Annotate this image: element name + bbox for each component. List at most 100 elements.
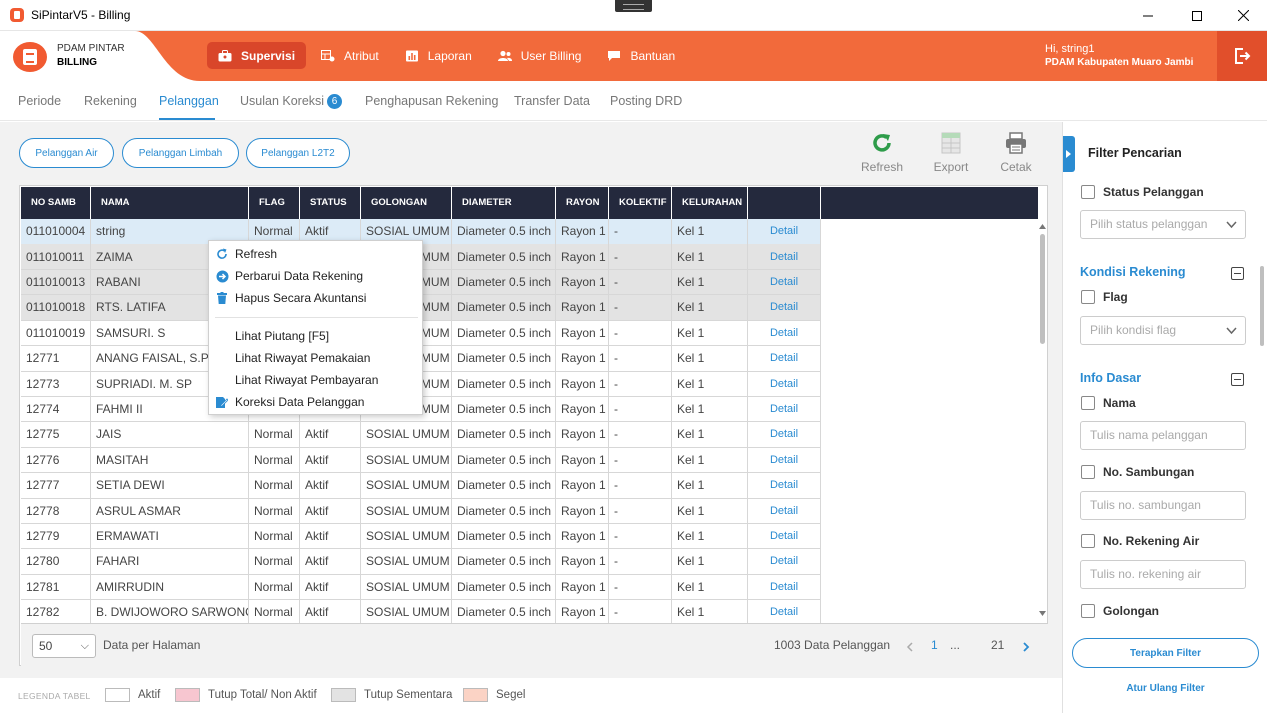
table-row[interactable]: 12778 ASRUL ASMAR Normal Aktif SOSIAL UMUM Di…	[21, 498, 1038, 524]
checkbox-box[interactable]	[1081, 465, 1095, 479]
column-header[interactable]: KELURAHAN	[672, 187, 748, 219]
checkbox-box[interactable]	[1081, 604, 1095, 618]
export-button[interactable]: Export	[926, 132, 976, 174]
column-header[interactable]: DIAMETER	[452, 187, 556, 219]
menu-item-lihat-riwayat-pembayaran[interactable]: Lihat Riwayat Pembayaran	[209, 369, 422, 391]
detail-link[interactable]: Detail	[748, 447, 821, 474]
checkbox-box[interactable]	[1081, 534, 1095, 548]
menu-item-koreksi-data-pelanggan[interactable]: Koreksi Data Pelanggan	[209, 391, 422, 413]
no-sambungan-input[interactable]: Tulis no. sambungan	[1080, 491, 1246, 520]
column-header[interactable]: GOLONGAN	[361, 187, 452, 219]
page-last[interactable]: 21	[991, 638, 1004, 652]
collapse-section-icon[interactable]	[1231, 373, 1244, 386]
prev-page-icon[interactable]	[906, 642, 914, 652]
detail-link[interactable]: Detail	[748, 269, 821, 296]
scrollbar-thumb[interactable]	[1040, 234, 1045, 344]
detail-link[interactable]: Detail	[748, 295, 821, 321]
menu-item-perbarui-data-rekening[interactable]: Perbarui Data Rekening	[209, 265, 422, 287]
tab-posting-drd[interactable]: Posting DRD	[610, 94, 682, 108]
nav-bantuan[interactable]: Bantuan	[596, 42, 686, 69]
filter-pelanggan-limbah-button[interactable]: Pelanggan Limbah	[122, 138, 239, 168]
print-button[interactable]: Cetak	[991, 132, 1041, 174]
tab-rekening[interactable]: Rekening	[84, 94, 137, 108]
nav-laporan[interactable]: Laporan	[394, 42, 483, 69]
per-page-select[interactable]: 50 ⌵	[32, 634, 96, 658]
scroll-down-icon[interactable]	[1038, 610, 1047, 618]
table-scrollbar[interactable]	[1038, 220, 1047, 620]
table-row[interactable]: 12776 MASITAH Normal Aktif SOSIAL UMUM Diamet…	[21, 447, 1038, 474]
detail-link[interactable]: Detail	[748, 371, 821, 397]
next-page-icon[interactable]	[1022, 642, 1030, 652]
flag-select[interactable]: Pilih kondisi flag	[1080, 316, 1246, 345]
filter-pelanggan-l2t2-button[interactable]: Pelanggan L2T2	[246, 138, 350, 168]
column-header[interactable]: NAMA	[91, 187, 249, 219]
detail-link[interactable]: Detail	[748, 523, 821, 550]
golongan-checkbox[interactable]: Golongan	[1081, 604, 1159, 618]
table-row[interactable]: 011010019SAMSURI. SNormalAktifSOSIAL UMU…	[21, 320, 1038, 347]
column-header[interactable]: STATUS	[300, 187, 361, 219]
close-button[interactable]	[1220, 0, 1266, 31]
tab-penghapusan-rekening[interactable]: Penghapusan Rekening	[365, 94, 498, 108]
detail-link[interactable]: Detail	[748, 473, 821, 499]
no-rekening-air-checkbox[interactable]: No. Rekening Air	[1081, 534, 1199, 548]
table-row[interactable]: 011010018RTS. LATIFANormalAktifSOSIAL UM…	[21, 295, 1038, 321]
table-row[interactable]: 12771ANANG FAISAL, S.PDNormalAktifSOSIAL…	[21, 346, 1038, 372]
tab-pelanggan[interactable]: Pelanggan	[159, 94, 219, 108]
scrollbar-thumb[interactable]	[1260, 266, 1264, 346]
nama-input[interactable]: Tulis nama pelanggan	[1080, 421, 1246, 450]
column-header[interactable]: NO SAMB	[21, 187, 91, 219]
page-current[interactable]: 1	[931, 638, 938, 652]
no-rekening-air-input[interactable]: Tulis no. rekening air	[1080, 560, 1246, 589]
apply-filter-button[interactable]: Terapkan Filter	[1072, 638, 1259, 668]
checkbox-box[interactable]	[1081, 290, 1095, 304]
nama-checkbox[interactable]: Nama	[1081, 396, 1136, 410]
refresh-button[interactable]: Refresh	[857, 132, 907, 174]
logout-button[interactable]	[1217, 31, 1267, 81]
detail-link[interactable]: Detail	[748, 549, 821, 575]
scroll-up-icon[interactable]	[1038, 222, 1047, 230]
status-pelanggan-select[interactable]: Pilih status pelanggan	[1080, 210, 1246, 239]
filter-pelanggan-air-button[interactable]: Pelanggan Air	[19, 138, 114, 168]
detail-link[interactable]: Detail	[748, 600, 821, 626]
maximize-button[interactable]	[1174, 0, 1220, 31]
table-row[interactable]: 011010004 string Normal Aktif SOSIAL UMUM Dia…	[21, 219, 1038, 245]
status-pelanggan-checkbox[interactable]: Status Pelanggan	[1081, 185, 1204, 199]
menu-item-hapus-secara-akuntansi[interactable]: Hapus Secara Akuntansi	[209, 287, 422, 309]
table-row[interactable]: 12777 SETIA DEWI Normal Aktif SOSIAL UMUM Dia…	[21, 473, 1038, 499]
column-header[interactable]: FLAG	[249, 187, 300, 219]
tab-usulan-koreksi[interactable]: Usulan Koreksi 6	[240, 94, 343, 109]
column-header[interactable]: KOLEKTIF	[609, 187, 672, 219]
detail-link[interactable]: Detail	[748, 396, 821, 423]
table-row[interactable]: 12779 ERMAWATI Normal Aktif SOSIAL UMUM Diame…	[21, 523, 1038, 550]
tab-periode[interactable]: Periode	[18, 94, 61, 108]
table-row[interactable]: 12782 B. DWIJOWORO SARWONO Normal Aktif SOSI…	[21, 600, 1038, 626]
collapse-section-icon[interactable]	[1231, 267, 1244, 280]
checkbox-box[interactable]	[1081, 396, 1095, 410]
collapse-panel-icon[interactable]	[1063, 136, 1075, 172]
nav-supervisi[interactable]: Supervisi	[207, 42, 307, 69]
table-row[interactable]: 12780 FAHARI Normal Aktif SOSIAL UMUM Diamete…	[21, 549, 1038, 575]
detail-link[interactable]: Detail	[748, 346, 821, 372]
table-row[interactable]: 12781 AMIRRUDIN Normal Aktif SOSIAL UMUM Diam…	[21, 574, 1038, 601]
table-row[interactable]: 011010013RABANINormalAktifSOSIAL UMUMDia…	[21, 269, 1038, 296]
menu-item-lihat-riwayat-pemakaian[interactable]: Lihat Riwayat Pemakaian	[209, 347, 422, 369]
table-row[interactable]: 12774FAHMI IINormalAktifSOSIAL UMUMDiame…	[21, 396, 1038, 423]
drag-handle-icon[interactable]	[615, 0, 652, 12]
detail-link[interactable]: Detail	[748, 574, 821, 601]
table-row[interactable]: 12773SUPRIADI. M. SPNormalAktifSOSIAL UM…	[21, 371, 1038, 397]
column-header[interactable]: RAYON	[556, 187, 609, 219]
detail-link[interactable]: Detail	[748, 320, 821, 347]
filter-panel-scrollbar[interactable]	[1259, 252, 1265, 622]
menu-item-lihat-piutang[interactable]: Lihat Piutang [F5]	[209, 325, 422, 347]
detail-link[interactable]: Detail	[748, 244, 821, 270]
table-row[interactable]: 011010011ZAIMANormalAktifSOSIAL UMUMDiam…	[21, 244, 1038, 270]
detail-link[interactable]: Detail	[748, 498, 821, 524]
nav-atribut[interactable]: Atribut	[310, 42, 390, 69]
menu-item-refresh[interactable]: Refresh	[209, 243, 422, 265]
table-row[interactable]: 12775 JAIS Normal Aktif SOSIAL UMUM Diameter …	[21, 422, 1038, 448]
no-sambungan-checkbox[interactable]: No. Sambungan	[1081, 465, 1194, 479]
detail-link[interactable]: Detail	[748, 422, 821, 448]
minimize-button[interactable]	[1125, 0, 1171, 31]
nav-user-billing[interactable]: User Billing	[487, 42, 593, 69]
checkbox-box[interactable]	[1081, 185, 1095, 199]
